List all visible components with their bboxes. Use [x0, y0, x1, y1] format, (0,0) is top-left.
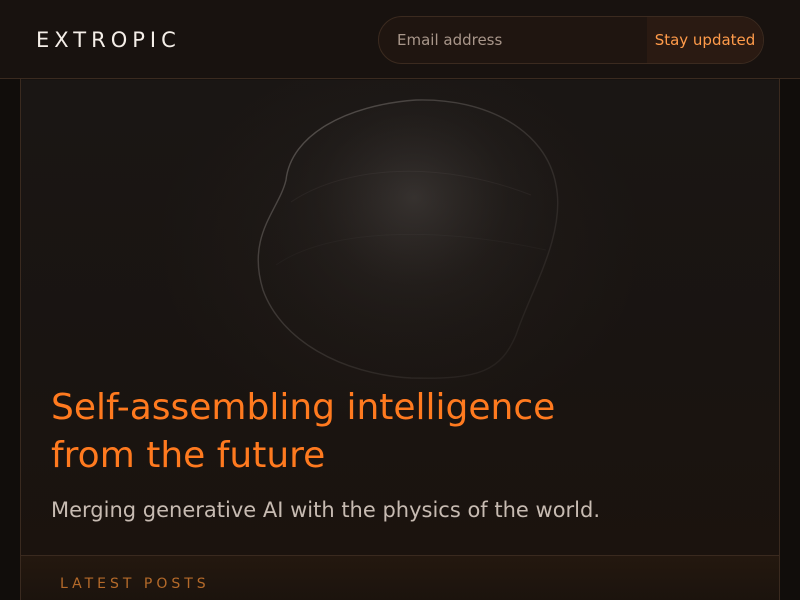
latest-posts-section: LATEST POSTS — [21, 555, 779, 600]
brand-logo[interactable]: EXTROPIC — [36, 26, 181, 54]
newsletter-form: Stay updated — [378, 16, 764, 64]
email-input[interactable] — [379, 17, 647, 63]
hero-subheadline: Merging generative AI with the physics o… — [51, 498, 601, 522]
latest-posts-heading: LATEST POSTS — [60, 576, 210, 592]
site-header: EXTROPIC Stay updated — [0, 0, 800, 79]
hero-section: Self-assembling intelligence from the fu… — [21, 80, 779, 555]
stay-updated-button[interactable]: Stay updated — [647, 17, 763, 63]
page: EXTROPIC Stay updated — [0, 0, 800, 600]
hero-headline: Self-assembling intelligence from the fu… — [51, 387, 556, 476]
floating-shape-illustration — [257, 99, 559, 379]
right-frame — [779, 0, 800, 600]
left-frame — [0, 0, 21, 600]
